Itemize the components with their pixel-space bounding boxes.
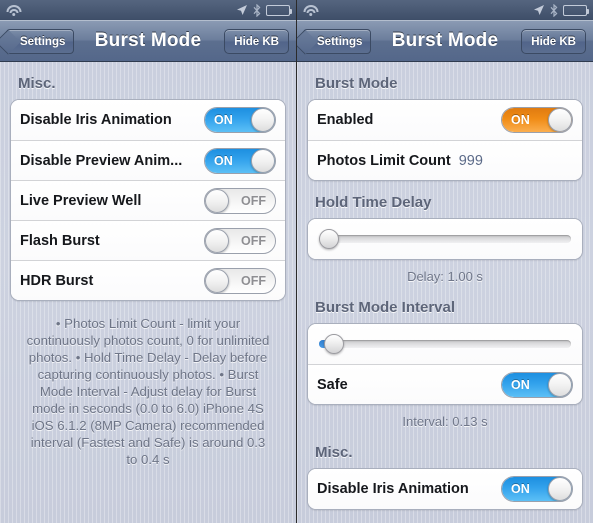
bluetooth-icon bbox=[253, 3, 261, 17]
wifi-icon bbox=[302, 4, 319, 17]
toggle-state-label: ON bbox=[511, 482, 530, 496]
page-title: Burst Mode bbox=[94, 29, 202, 51]
row-label: Disable Iris Animation bbox=[317, 481, 469, 497]
section-header-burst-mode: Burst Mode bbox=[315, 75, 398, 92]
right-content: Burst Mode Enabled ON Photos Limit Count… bbox=[297, 62, 593, 510]
left-content: Misc. Disable Iris Animation ON Disable … bbox=[0, 62, 296, 468]
battery-icon bbox=[563, 4, 589, 16]
footer-help-text: • Photos Limit Count - limit your contin… bbox=[26, 316, 270, 467]
hold-time-delay-slider[interactable] bbox=[319, 228, 571, 250]
section-header-hold-time-delay: Hold Time Delay bbox=[315, 194, 432, 211]
misc-settings-group: Disable Iris Animation ON Disable Previe… bbox=[10, 99, 286, 301]
page-title: Burst Mode bbox=[391, 29, 499, 51]
back-button-label: Settings bbox=[317, 35, 363, 48]
location-arrow-icon bbox=[237, 5, 247, 15]
navigation-bar: Settings Burst Mode Hide KB bbox=[297, 20, 593, 62]
row-label: HDR Burst bbox=[20, 272, 94, 289]
toggle-state-label: OFF bbox=[241, 193, 266, 208]
row-label: Disable Iris Animation bbox=[20, 112, 172, 128]
row-hdr-burst[interactable]: HDR Burst OFF bbox=[11, 260, 285, 300]
toggle-knob bbox=[548, 108, 572, 132]
slider-track bbox=[319, 235, 571, 243]
toggle-disable-preview-animation[interactable]: ON bbox=[204, 147, 276, 174]
row-disable-preview-animation[interactable]: Disable Preview Anim... ON bbox=[11, 140, 285, 180]
right-phone-screen: Settings Burst Mode Hide KB Burst Mode E… bbox=[296, 0, 593, 523]
row-label: Disable Preview Anim... bbox=[20, 152, 183, 169]
burst-interval-slider[interactable] bbox=[319, 333, 571, 355]
wifi-icon bbox=[5, 4, 22, 17]
status-bar bbox=[0, 0, 296, 20]
row-label: Flash Burst bbox=[20, 232, 100, 249]
toggle-disable-iris-animation[interactable]: ON bbox=[204, 107, 276, 133]
navigation-bar: Settings Burst Mode Hide KB bbox=[0, 20, 296, 62]
section-header-misc: Misc. bbox=[315, 444, 353, 461]
bluetooth-icon bbox=[550, 3, 558, 17]
toggle-state-label: OFF bbox=[241, 273, 266, 288]
slider-track bbox=[319, 340, 571, 348]
row-flash-burst[interactable]: Flash Burst OFF bbox=[11, 220, 285, 260]
toggle-burst-mode-enabled[interactable]: ON bbox=[501, 107, 573, 133]
toggle-hdr-burst[interactable]: OFF bbox=[204, 267, 276, 294]
back-button-settings[interactable]: Settings bbox=[6, 29, 75, 54]
row-disable-iris-animation[interactable]: Disable Iris Animation ON bbox=[11, 100, 285, 140]
status-bar bbox=[297, 0, 593, 20]
toggle-state-label: ON bbox=[214, 113, 233, 127]
section-header-burst-mode-interval: Burst Mode Interval bbox=[315, 299, 456, 316]
burst-interval-slider-row[interactable] bbox=[308, 324, 582, 364]
toggle-knob bbox=[251, 148, 275, 173]
toggle-disable-iris-animation[interactable]: ON bbox=[501, 476, 573, 502]
section-header-misc: Misc. bbox=[18, 75, 56, 92]
toggle-live-preview-well[interactable]: OFF bbox=[204, 187, 276, 214]
burst-interval-caption: Interval: 0.13 s bbox=[402, 414, 488, 429]
hide-keyboard-button[interactable]: Hide KB bbox=[521, 29, 586, 54]
toggle-state-label: ON bbox=[511, 113, 530, 127]
toggle-state-label: ON bbox=[511, 377, 530, 392]
toggle-knob bbox=[548, 477, 572, 501]
status-bar-right-icons bbox=[533, 3, 589, 17]
photos-limit-count-value[interactable]: 999 bbox=[459, 153, 483, 169]
row-label: Photos Limit Count bbox=[317, 152, 451, 169]
toggle-knob bbox=[548, 372, 572, 397]
location-arrow-icon bbox=[534, 5, 544, 15]
misc-group: Disable Iris Animation ON bbox=[307, 468, 583, 510]
slider-knob[interactable] bbox=[319, 229, 339, 249]
battery-icon bbox=[266, 4, 292, 16]
toggle-knob bbox=[205, 268, 229, 293]
row-label: Live Preview Well bbox=[20, 192, 142, 209]
row-safe[interactable]: Safe ON bbox=[308, 364, 582, 404]
hold-time-delay-caption: Delay: 1.00 s bbox=[407, 269, 483, 284]
slider-knob[interactable] bbox=[324, 334, 345, 354]
dual-screenshot-container: Settings Burst Mode Hide KB Misc. Disabl… bbox=[0, 0, 593, 523]
row-disable-iris-animation[interactable]: Disable Iris Animation ON bbox=[308, 469, 582, 509]
toggle-safe[interactable]: ON bbox=[501, 371, 573, 398]
toggle-state-label: ON bbox=[214, 153, 233, 168]
hold-time-delay-slider-row[interactable] bbox=[308, 219, 582, 259]
hold-time-delay-group bbox=[307, 218, 583, 260]
row-label: Enabled bbox=[317, 112, 374, 128]
toggle-flash-burst[interactable]: OFF bbox=[204, 227, 276, 254]
back-button-settings[interactable]: Settings bbox=[303, 29, 372, 54]
toggle-knob bbox=[205, 188, 229, 213]
status-bar-right-icons bbox=[236, 3, 292, 17]
row-label: Safe bbox=[317, 376, 348, 393]
toggle-knob bbox=[205, 228, 229, 253]
hide-keyboard-button[interactable]: Hide KB bbox=[224, 29, 289, 54]
row-enabled[interactable]: Enabled ON bbox=[308, 100, 582, 140]
burst-mode-interval-group: Safe ON bbox=[307, 323, 583, 405]
burst-mode-group: Enabled ON Photos Limit Count 999 bbox=[307, 99, 583, 181]
row-live-preview-well[interactable]: Live Preview Well OFF bbox=[11, 180, 285, 220]
row-photos-limit-count[interactable]: Photos Limit Count 999 bbox=[308, 140, 582, 180]
toggle-state-label: OFF bbox=[241, 233, 266, 248]
left-phone-screen: Settings Burst Mode Hide KB Misc. Disabl… bbox=[0, 0, 296, 523]
back-button-label: Settings bbox=[20, 35, 66, 48]
toggle-knob bbox=[251, 108, 275, 132]
